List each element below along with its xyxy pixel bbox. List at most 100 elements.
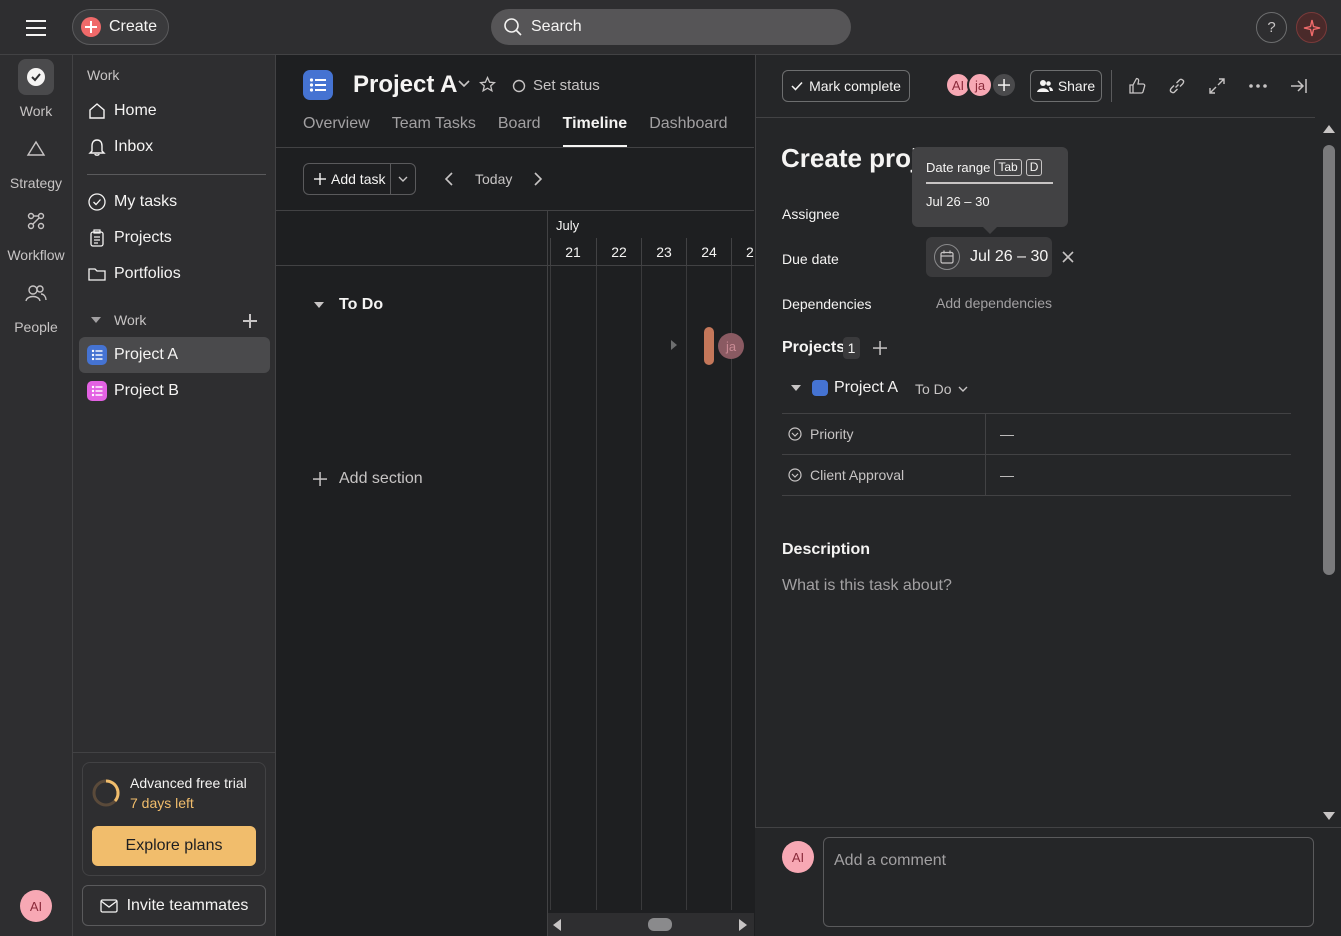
custom-field-value[interactable]: —: [986, 455, 1014, 495]
grid-line: [731, 266, 732, 910]
star-icon[interactable]: [479, 76, 496, 93]
field-type-icon: [788, 427, 802, 441]
calendar-icon: [934, 244, 960, 270]
grid-line: [641, 266, 642, 910]
today-button[interactable]: Today: [475, 171, 512, 187]
add-section-button[interactable]: Add section: [313, 470, 423, 488]
comment-input[interactable]: Add a comment: [823, 837, 1314, 927]
project-list-icon: [303, 70, 333, 100]
custom-field-label: Client Approval: [810, 467, 905, 483]
explore-plans-button[interactable]: Explore plans: [92, 826, 256, 866]
set-status-button[interactable]: Set status: [512, 77, 600, 94]
close-panel-icon[interactable]: [1287, 74, 1311, 98]
chevron-down-icon[interactable]: [391, 164, 415, 194]
home-icon: [87, 101, 107, 121]
add-task-button[interactable]: Add task: [303, 163, 416, 195]
rail-label: Workflow: [7, 247, 65, 263]
add-dependencies-link[interactable]: Add dependencies: [936, 295, 1052, 311]
sidebar-item-inbox[interactable]: Inbox: [79, 129, 270, 165]
caret-right-icon[interactable]: [670, 339, 678, 351]
section-header-to-do[interactable]: To Do: [313, 296, 383, 314]
task-title[interactable]: Create proj: [781, 143, 921, 174]
rail-item-workflow[interactable]: Workflow: [0, 203, 72, 263]
scroll-left-icon[interactable]: [551, 918, 563, 932]
thumbs-up-icon[interactable]: [1125, 74, 1149, 98]
tooltip-key: D: [1025, 159, 1043, 176]
add-project-icon[interactable]: [243, 314, 257, 328]
sidebar-item-portfolios[interactable]: Portfolios: [79, 256, 270, 292]
tooltip-key: Tab: [994, 159, 1022, 176]
add-project-icon[interactable]: [873, 341, 887, 355]
more-options-icon[interactable]: [1246, 74, 1270, 98]
comment-avatar: AI: [782, 841, 814, 873]
add-task-label: Add task: [331, 171, 386, 187]
sidebar-section-work[interactable]: Work: [90, 312, 260, 328]
scroll-right-icon[interactable]: [737, 918, 749, 932]
due-date-field[interactable]: Jul 26 – 30: [926, 237, 1052, 277]
trial-progress-icon: [91, 778, 121, 808]
invite-teammates-button[interactable]: Invite teammates: [82, 885, 266, 926]
sidebar-divider: [87, 174, 266, 175]
project-title[interactable]: Project A: [353, 71, 457, 99]
project-name[interactable]: Project A: [834, 379, 898, 397]
rail-item-work[interactable]: Work: [0, 59, 72, 119]
sidebar-item-label: Projects: [114, 229, 172, 246]
sidebar-section-label: Work: [114, 312, 147, 328]
description-input[interactable]: What is this task about?: [782, 577, 952, 595]
add-collaborator-icon[interactable]: [991, 72, 1017, 98]
sidebar-item-project-a[interactable]: Project A: [79, 337, 270, 373]
sidebar-item-home[interactable]: Home: [79, 93, 270, 129]
ai-sparkle-button[interactable]: [1296, 12, 1327, 43]
share-button[interactable]: Share: [1030, 70, 1102, 102]
people-icon: [1036, 79, 1053, 93]
scroll-down-icon[interactable]: [1322, 811, 1336, 821]
collaborator-avatar[interactable]: ja: [967, 72, 993, 98]
task-bar-avatar: ja: [718, 333, 744, 359]
grid-line: [596, 266, 597, 910]
plus-icon: [313, 472, 327, 486]
expand-icon[interactable]: [1205, 74, 1229, 98]
caret-down-icon: [90, 314, 102, 326]
custom-field-value[interactable]: —: [986, 414, 1014, 454]
chevron-down-icon[interactable]: [457, 79, 471, 89]
search-input[interactable]: Search: [491, 9, 851, 45]
chevron-right-icon[interactable]: [532, 171, 544, 187]
create-button[interactable]: Create: [72, 9, 169, 45]
tab-team-tasks[interactable]: Team Tasks: [392, 115, 476, 147]
rail-item-people[interactable]: People: [0, 275, 72, 335]
sidebar-item-my-tasks[interactable]: My tasks: [79, 184, 270, 220]
task-bar[interactable]: [704, 327, 714, 365]
timeline-left-border: [547, 210, 548, 936]
tab-timeline[interactable]: Timeline: [562, 115, 628, 147]
caret-down-icon[interactable]: [790, 383, 802, 393]
folder-icon: [87, 264, 107, 284]
user-avatar[interactable]: AI: [20, 890, 52, 922]
rail-item-strategy[interactable]: Strategy: [0, 131, 72, 191]
tab-board[interactable]: Board: [498, 115, 541, 147]
invite-label: Invite teammates: [126, 896, 249, 914]
horizontal-scroll-thumb[interactable]: [648, 918, 672, 931]
sidebar-item-projects[interactable]: Projects: [79, 220, 270, 256]
tab-overview[interactable]: Overview: [303, 115, 370, 147]
scroll-up-icon[interactable]: [1322, 124, 1336, 134]
caret-down-icon: [313, 299, 325, 311]
mark-complete-button[interactable]: Mark complete: [782, 70, 910, 102]
custom-field-client-approval[interactable]: Client Approval —: [782, 454, 1291, 496]
custom-field-label: Priority: [810, 426, 854, 442]
help-button[interactable]: ?: [1256, 12, 1287, 43]
sidebar-item-project-b[interactable]: Project B: [79, 373, 270, 409]
tab-dashboard[interactable]: Dashboard: [649, 115, 727, 147]
menu-icon[interactable]: [22, 14, 50, 42]
due-date-value: Jul 26 – 30: [970, 248, 1049, 265]
link-icon[interactable]: [1165, 74, 1189, 98]
plus-icon: [81, 17, 101, 37]
projects-label: Projects: [782, 339, 846, 356]
chevron-down-icon: [958, 385, 968, 393]
custom-field-priority[interactable]: Priority —: [782, 413, 1291, 454]
day-column: 24: [686, 238, 731, 266]
chevron-left-icon[interactable]: [443, 171, 455, 187]
project-color-swatch: [812, 380, 828, 396]
project-section-dropdown[interactable]: To Do: [915, 381, 968, 397]
panel-scroll-thumb[interactable]: [1323, 145, 1335, 575]
clear-due-date-icon[interactable]: [1062, 251, 1074, 263]
